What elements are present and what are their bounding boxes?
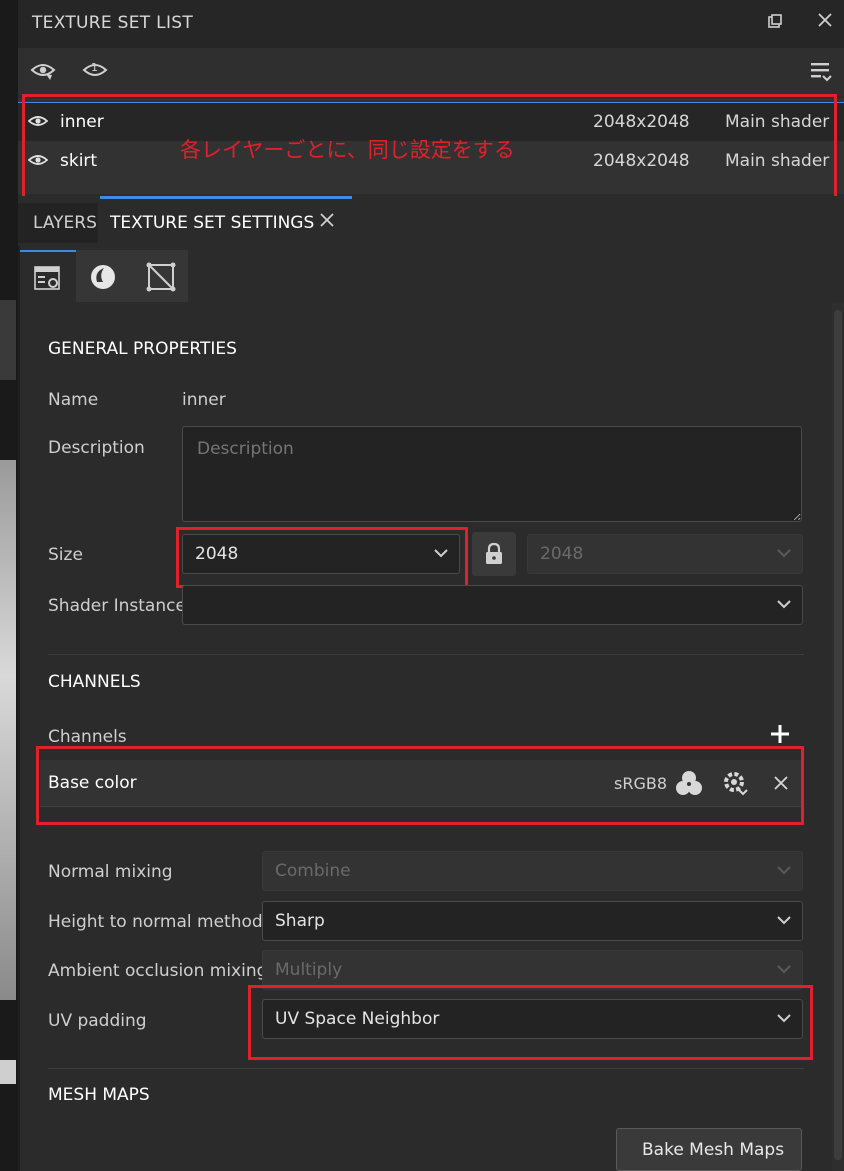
eye-icon[interactable] [28, 152, 48, 168]
close-icon[interactable] [814, 12, 836, 34]
uv-mesh-icon[interactable] [146, 262, 176, 292]
tab-layers-label: LAYERS [33, 213, 97, 233]
material-sphere-icon[interactable] [88, 262, 120, 292]
visibility-toggle-icon[interactable] [30, 58, 60, 86]
bake-mesh-maps-label: Bake Mesh Maps [642, 1140, 785, 1160]
tab-texture-set-settings[interactable]: TEXTURE SET SETTINGS [110, 213, 314, 233]
remove-channel-icon[interactable] [772, 774, 790, 792]
name-value: inner [182, 390, 226, 410]
add-channel-icon[interactable] [768, 722, 792, 751]
chevron-down-icon [777, 1014, 791, 1023]
ao-mixing-value: Multiply [275, 960, 343, 980]
size-select[interactable]: 2048 [182, 534, 460, 574]
solo-badge: 1 [91, 61, 98, 74]
settings-panel-tab[interactable] [20, 250, 76, 302]
channel-format: sRGB8 [614, 774, 668, 793]
mesh-maps-title: MESH MAPS [48, 1085, 150, 1105]
size-locked-value: 2048 [540, 544, 584, 564]
chevron-down-icon [777, 549, 791, 558]
viewport-edge [0, 0, 18, 1171]
texture-set-size: 2048x2048 [593, 151, 690, 171]
general-properties-title: GENERAL PROPERTIES [48, 339, 237, 359]
lock-icon [486, 542, 502, 564]
channel-name: Base color [48, 773, 137, 793]
channel-settings-gear-icon[interactable] [722, 770, 750, 798]
normal-mixing-label: Normal mixing [48, 862, 173, 882]
annotation-text: 各レイヤーごとに、同じ設定をする [180, 138, 515, 162]
channels-title: CHANNELS [48, 672, 141, 692]
uv-padding-label: UV padding [48, 1011, 147, 1031]
restore-window-icon[interactable] [764, 12, 786, 34]
tab-layers[interactable]: LAYERS [18, 203, 98, 243]
shader-instance-select[interactable] [182, 585, 803, 625]
size-locked-select: 2048 [527, 534, 803, 574]
chevron-down-icon [777, 600, 791, 609]
height-to-normal-value: Sharp [275, 911, 325, 931]
height-to-normal-label: Height to normal method [48, 912, 263, 932]
description-input[interactable] [182, 426, 802, 522]
channel-row-base-color[interactable]: Base color sRGB8 [40, 760, 802, 807]
texture-set-shader: Main shader [725, 151, 830, 171]
texture-set-toolbar [18, 48, 844, 96]
solo-visibility-icon[interactable]: 1 [82, 58, 112, 86]
color-profile-icon[interactable] [674, 769, 704, 797]
size-select-value: 2048 [195, 544, 239, 564]
size-label: Size [48, 545, 83, 565]
chevron-down-icon [434, 549, 448, 558]
close-tab-icon[interactable] [318, 210, 336, 235]
chevron-down-icon [777, 965, 791, 974]
lock-size-button[interactable] [472, 532, 516, 576]
ao-mixing-select: Multiply [262, 950, 803, 990]
scrollbar-thumb[interactable] [834, 310, 842, 1160]
ao-mixing-label: Ambient occlusion mixing [48, 961, 268, 981]
settings-panel-icon [34, 266, 60, 290]
eye-icon[interactable] [28, 113, 48, 129]
texture-set-name: inner [60, 112, 104, 132]
section-divider [48, 654, 804, 655]
description-label: Description [48, 438, 145, 458]
name-label: Name [48, 390, 99, 410]
texture-set-shader: Main shader [725, 112, 830, 132]
normal-mixing-value: Combine [275, 861, 351, 881]
chevron-down-icon [777, 866, 791, 875]
chevron-down-icon [777, 916, 791, 925]
texture-set-name: skirt [60, 151, 98, 171]
menu-list-icon[interactable] [808, 58, 838, 86]
uv-padding-value: UV Space Neighbor [275, 1009, 440, 1029]
texture-set-size: 2048x2048 [593, 112, 690, 132]
shader-instance-label: Shader Instance [48, 596, 186, 616]
normal-mixing-select: Combine [262, 851, 803, 891]
section-divider [48, 1068, 804, 1069]
bake-mesh-maps-button[interactable]: Bake Mesh Maps [616, 1128, 802, 1171]
height-to-normal-select[interactable]: Sharp [262, 901, 803, 941]
uv-padding-select[interactable]: UV Space Neighbor [262, 999, 803, 1039]
active-tab-indicator [100, 196, 352, 199]
channels-label: Channels [48, 727, 127, 747]
panel-title: TEXTURE SET LIST [32, 13, 194, 33]
